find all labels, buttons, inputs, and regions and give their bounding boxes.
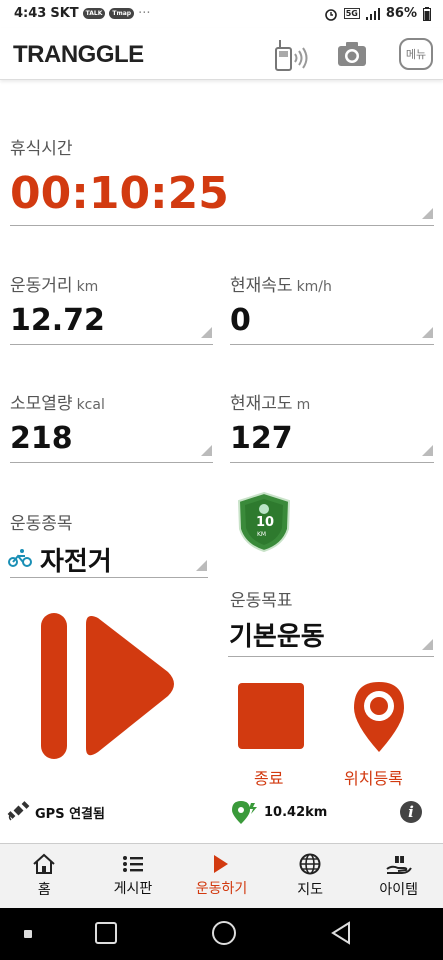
tmap-notification-icon: Tmap [109, 8, 135, 19]
alarm-icon [324, 8, 337, 21]
play-icon [214, 855, 229, 873]
rest-time-label: 휴식시간 [10, 139, 73, 159]
more-notifications: ··· [138, 6, 151, 21]
distance-value: 12.72 [10, 303, 105, 338]
system-nav-bar [0, 908, 443, 960]
distance-unit: km [76, 279, 99, 295]
exercise-type-value: 자전거 [40, 547, 112, 577]
rest-time-divider [10, 225, 434, 226]
menu-button[interactable]: 메뉴 [399, 38, 433, 70]
altitude-dropdown-icon[interactable] [422, 445, 433, 456]
badge-unit: KM [257, 531, 267, 538]
back-icon[interactable] [330, 921, 352, 945]
altitude-label-text: 현재고도 [230, 394, 293, 414]
walkie-talkie-icon [275, 40, 308, 71]
tranggle-logo: TRANGGLE [13, 41, 144, 68]
bicycle-icon [8, 549, 32, 567]
bottom-nav: 홈 게시판 운동하기 지도 아이템 [0, 843, 443, 908]
altitude-divider [230, 462, 434, 463]
recent-apps-button[interactable] [24, 930, 32, 938]
location-register-button[interactable] [352, 680, 406, 754]
info-button[interactable]: i [400, 801, 422, 823]
home-button[interactable] [212, 921, 236, 945]
calories-value: 218 [10, 421, 73, 456]
location-register-label: 위치등록 [344, 769, 403, 788]
camera-icon [338, 42, 366, 66]
globe-icon [299, 853, 321, 875]
exercise-type-selector[interactable]: 자전거 [8, 540, 208, 578]
home-icon [33, 853, 55, 874]
nav-map-label: 지도 [297, 882, 323, 898]
stop-button[interactable] [238, 683, 304, 749]
map-pin-icon [354, 682, 404, 752]
calories-unit: kcal [76, 397, 105, 413]
nav-exercise-label: 운동하기 [195, 881, 248, 897]
play-pause-icon [41, 613, 174, 759]
nav-map[interactable]: 지도 [266, 844, 355, 908]
distance-divider [10, 344, 213, 345]
info-icon: i [408, 803, 414, 821]
calories-divider [10, 462, 213, 463]
gps-status: GPS 연결됨 [35, 807, 105, 822]
altitude-value: 127 [230, 421, 293, 456]
nav-exercise[interactable]: 운동하기 [177, 844, 266, 908]
resume-button[interactable] [40, 612, 180, 760]
exercise-type-label: 운동종목 [10, 514, 73, 534]
nav-board[interactable]: 게시판 [89, 844, 178, 908]
exercise-type-dropdown-icon[interactable] [196, 560, 207, 571]
speed-divider [230, 344, 434, 345]
speed-label-text: 현재속도 [230, 276, 293, 296]
distance-label-text: 운동거리 [10, 276, 73, 296]
speed-label: 현재속도 km/h [230, 271, 332, 296]
carrier: SKT [50, 6, 79, 21]
nav-home-label: 홈 [37, 882, 51, 898]
goal-divider [228, 656, 434, 657]
rest-time-dropdown-icon[interactable] [422, 208, 433, 219]
speed-value: 0 [230, 303, 251, 338]
calories-label: 소모열량 kcal [10, 389, 105, 414]
goal-dropdown-icon[interactable] [422, 639, 433, 650]
battery-icon [423, 6, 431, 21]
nav-item-shop[interactable]: 아이템 [354, 844, 443, 908]
altitude-label: 현재고도 m [230, 389, 310, 414]
calories-label-text: 소모열량 [10, 394, 73, 414]
camera-button[interactable] [337, 41, 367, 71]
gps-satellite-icon [7, 801, 30, 821]
nav-item-shop-label: 아이템 [379, 882, 418, 898]
exercise-type-divider [10, 577, 208, 578]
altitude-unit: m [296, 397, 311, 413]
distance-dropdown-icon[interactable] [201, 327, 212, 338]
rest-time-value: 00:10:25 [10, 168, 229, 219]
clock: 4:43 [14, 6, 47, 21]
nav-board-label: 게시판 [113, 881, 153, 897]
speed-unit: km/h [296, 279, 332, 295]
goal-value[interactable]: 기본운동 [229, 616, 325, 653]
route-distance: 10.42km [264, 805, 328, 820]
distance-label: 운동거리 km [10, 271, 98, 296]
overview-button[interactable] [95, 922, 117, 944]
status-bar: 4:43 SKT TALK Tmap ··· 5G 86% [0, 0, 443, 28]
nav-home[interactable]: 홈 [0, 844, 89, 908]
signal-icon [365, 7, 380, 20]
distance-badge[interactable]: 10 KM [233, 491, 295, 553]
app-bar: TRANGGLE 메뉴 [0, 28, 443, 80]
stop-label: 종료 [254, 769, 284, 788]
calories-dropdown-icon[interactable] [201, 445, 212, 456]
route-pin-icon [232, 801, 257, 824]
speed-dropdown-icon[interactable] [422, 327, 433, 338]
battery-percent: 86% [385, 6, 417, 21]
talk-notification-icon: TALK [82, 8, 106, 19]
walkie-talkie-button[interactable] [274, 38, 312, 76]
network-type: 5G [343, 8, 360, 19]
gift-hand-icon [386, 854, 412, 874]
badge-number: 10 [256, 515, 275, 530]
list-icon [122, 856, 143, 872]
goal-label: 운동목표 [230, 591, 293, 611]
